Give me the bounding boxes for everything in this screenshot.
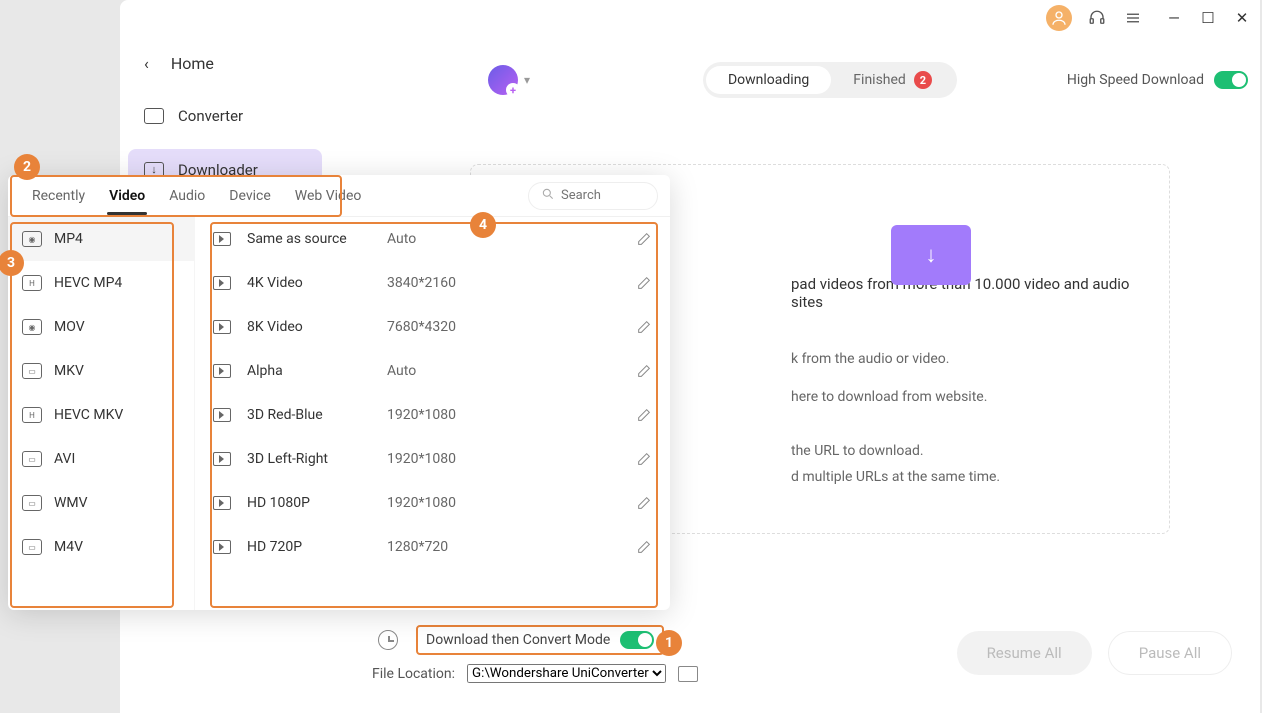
high-speed-label: High Speed Download <box>1067 72 1204 88</box>
resolution-item[interactable]: 3D Red-Blue1920*1080 <box>195 393 670 437</box>
home-label: Home <box>171 54 214 73</box>
resolution-item[interactable]: AlphaAuto <box>195 349 670 393</box>
resolution-item[interactable]: 3D Left-Right1920*1080 <box>195 437 670 481</box>
format-icon: H <box>22 275 42 291</box>
format-icon: ▭ <box>22 539 42 555</box>
format-item-mov[interactable]: ◉MOV <box>8 305 194 349</box>
convert-mode-label: Download then Convert Mode <box>426 632 610 648</box>
format-category-tabs: Recently Video Audio Device Web Video <box>8 175 670 217</box>
play-icon <box>213 364 231 378</box>
tab-video[interactable]: Video <box>97 178 157 214</box>
popup-body: ◉MP4 HHEVC MP4 ◉MOV ▭MKV HHEVC MKV ▭AVI … <box>8 217 670 610</box>
play-icon <box>213 540 231 554</box>
play-icon <box>213 276 231 290</box>
chevron-left-icon: ‹ <box>144 54 149 73</box>
resolution-item[interactable]: HD 1080P1920*1080 <box>195 481 670 525</box>
avatar-icon[interactable] <box>1046 5 1072 31</box>
file-location-select[interactable]: G:\Wondershare UniConverter <box>467 664 666 683</box>
format-item-avi[interactable]: ▭AVI <box>8 437 194 481</box>
format-icon: H <box>22 407 42 423</box>
convert-mode-box: Download then Convert Mode <box>416 625 664 655</box>
add-download-button[interactable] <box>488 65 518 95</box>
download-status-tabs: Downloading Finished 2 <box>703 62 957 98</box>
back-home[interactable]: ‹ Home <box>128 44 322 83</box>
tab-finished[interactable]: Finished 2 <box>831 65 954 95</box>
annotation-badge-4: 4 <box>470 212 496 238</box>
edit-icon[interactable] <box>636 363 652 379</box>
convert-mode-toggle[interactable] <box>620 631 654 649</box>
converter-icon <box>144 108 164 124</box>
play-icon <box>213 320 231 334</box>
drop-line-4: the URL to download. <box>791 443 1139 459</box>
resolution-item[interactable]: 4K Video3840*2160 <box>195 261 670 305</box>
format-item-hevc-mkv[interactable]: HHEVC MKV <box>8 393 194 437</box>
main-toolbar: ▾ Downloading Finished 2 High Speed Down… <box>470 56 1248 104</box>
play-icon <box>213 452 231 466</box>
format-search[interactable] <box>528 182 658 210</box>
high-speed-download: High Speed Download <box>1067 71 1248 89</box>
resolution-item[interactable]: HD 720P1280*720 <box>195 525 670 569</box>
file-location-label: File Location: <box>372 666 455 682</box>
chevron-down-icon[interactable]: ▾ <box>524 73 530 87</box>
format-icon: ◉ <box>22 231 42 247</box>
history-icon[interactable] <box>378 630 398 650</box>
resolution-item[interactable]: 8K Video7680*4320 <box>195 305 670 349</box>
finished-count-badge: 2 <box>914 71 932 89</box>
open-folder-icon[interactable] <box>678 666 698 682</box>
format-icon: ▭ <box>22 363 42 379</box>
edit-icon[interactable] <box>636 495 652 511</box>
action-buttons: Resume All Pause All <box>957 631 1232 675</box>
edit-icon[interactable] <box>636 319 652 335</box>
format-popup: Recently Video Audio Device Web Video ◉M… <box>8 175 670 610</box>
format-item-wmv[interactable]: ▭WMV <box>8 481 194 525</box>
edit-icon[interactable] <box>636 231 652 247</box>
annotation-badge-2: 2 <box>14 154 40 180</box>
drop-line-2: k from the audio or video. <box>791 351 1139 367</box>
tab-device[interactable]: Device <box>217 178 282 214</box>
bottom-row-1: Download then Convert Mode <box>378 625 664 655</box>
edit-icon[interactable] <box>636 275 652 291</box>
format-list: ◉MP4 HHEVC MP4 ◉MOV ▭MKV HHEVC MKV ▭AVI … <box>8 217 194 610</box>
resolution-item[interactable]: Same as sourceAuto <box>195 217 670 261</box>
edit-icon[interactable] <box>636 539 652 555</box>
format-icon: ◉ <box>22 319 42 335</box>
window-controls: — ☐ ✕ <box>1166 10 1250 26</box>
search-icon <box>541 187 555 205</box>
drop-line-5: d multiple URLs at the same time. <box>791 469 1139 485</box>
format-icon: ▭ <box>22 451 42 467</box>
annotation-badge-1: 1 <box>656 630 682 656</box>
search-input[interactable] <box>561 188 651 203</box>
headset-icon[interactable] <box>1086 7 1108 29</box>
edit-icon[interactable] <box>636 407 652 423</box>
drop-line-3: here to download from website. <box>791 389 1139 405</box>
play-icon <box>213 408 231 422</box>
format-item-mkv[interactable]: ▭MKV <box>8 349 194 393</box>
high-speed-toggle[interactable] <box>1214 71 1248 89</box>
tab-web-video[interactable]: Web Video <box>283 178 374 214</box>
download-folder-icon: ↓ <box>891 225 971 285</box>
menu-icon[interactable] <box>1122 7 1144 29</box>
edit-icon[interactable] <box>636 451 652 467</box>
tab-downloading[interactable]: Downloading <box>706 66 831 94</box>
format-item-mp4[interactable]: ◉MP4 <box>8 217 194 261</box>
pause-all-button[interactable]: Pause All <box>1108 631 1232 675</box>
tab-audio[interactable]: Audio <box>157 178 217 214</box>
sidebar-item-converter[interactable]: Converter <box>128 95 322 137</box>
play-icon <box>213 496 231 510</box>
format-item-hevc-mp4[interactable]: HHEVC MP4 <box>8 261 194 305</box>
minimize-button[interactable]: — <box>1166 10 1182 26</box>
tab-recently[interactable]: Recently <box>20 178 97 214</box>
maximize-button[interactable]: ☐ <box>1200 10 1216 26</box>
format-icon: ▭ <box>22 495 42 511</box>
resolution-list: Same as sourceAuto 4K Video3840*2160 8K … <box>194 217 670 610</box>
file-location-row: File Location: G:\Wondershare UniConvert… <box>372 664 698 683</box>
format-item-m4v[interactable]: ▭M4V <box>8 525 194 569</box>
resume-all-button[interactable]: Resume All <box>957 631 1092 675</box>
close-button[interactable]: ✕ <box>1234 10 1250 26</box>
play-icon <box>213 232 231 246</box>
converter-label: Converter <box>178 107 243 125</box>
